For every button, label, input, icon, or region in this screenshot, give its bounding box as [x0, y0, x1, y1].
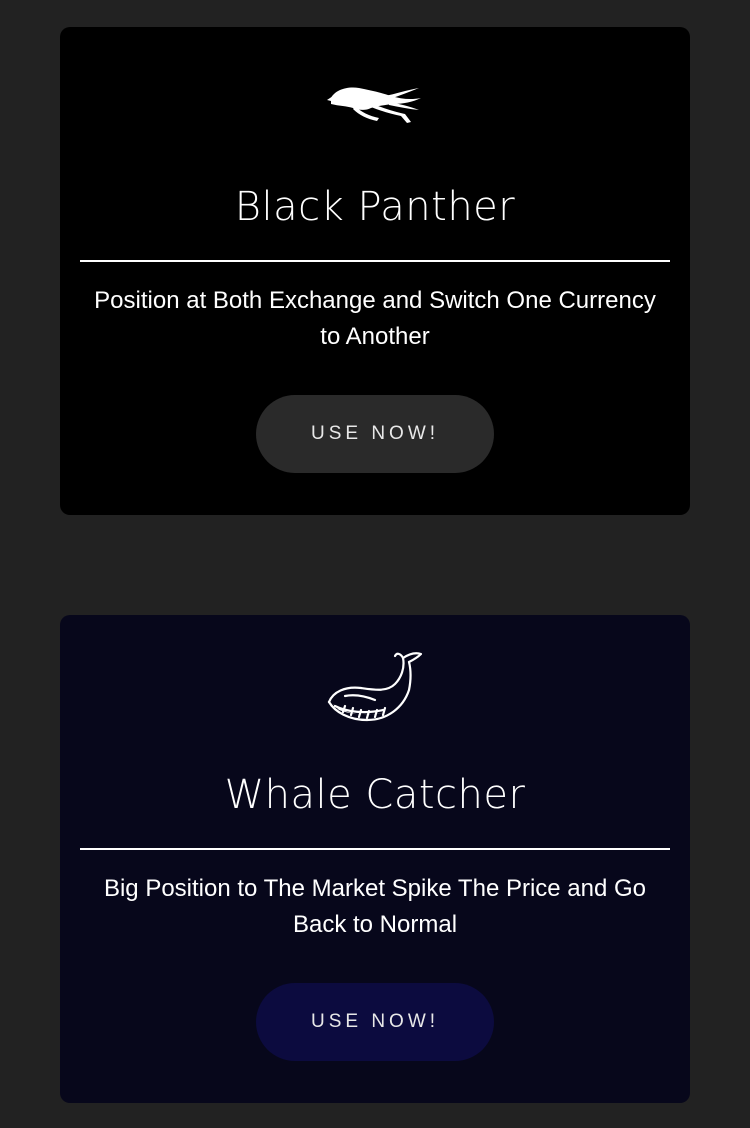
divider	[80, 260, 670, 262]
card-title: Whale Catcher	[224, 772, 526, 818]
use-now-button[interactable]: USE NOW!	[256, 395, 494, 473]
card-title: Black Panther	[234, 184, 516, 230]
use-now-button[interactable]: USE NOW!	[256, 983, 494, 1061]
divider	[80, 848, 670, 850]
card-description: Big Position to The Market Spike The Pri…	[103, 875, 647, 938]
strategy-card-whale-catcher: Whale Catcher Big Position to The Market…	[60, 615, 690, 1103]
panther-icon	[327, 87, 421, 123]
whale-icon	[327, 652, 423, 722]
card-description: Position at Both Exchange and Switch One…	[94, 287, 656, 350]
strategy-card-black-panther: Black Panther Position at Both Exchange …	[60, 27, 690, 515]
